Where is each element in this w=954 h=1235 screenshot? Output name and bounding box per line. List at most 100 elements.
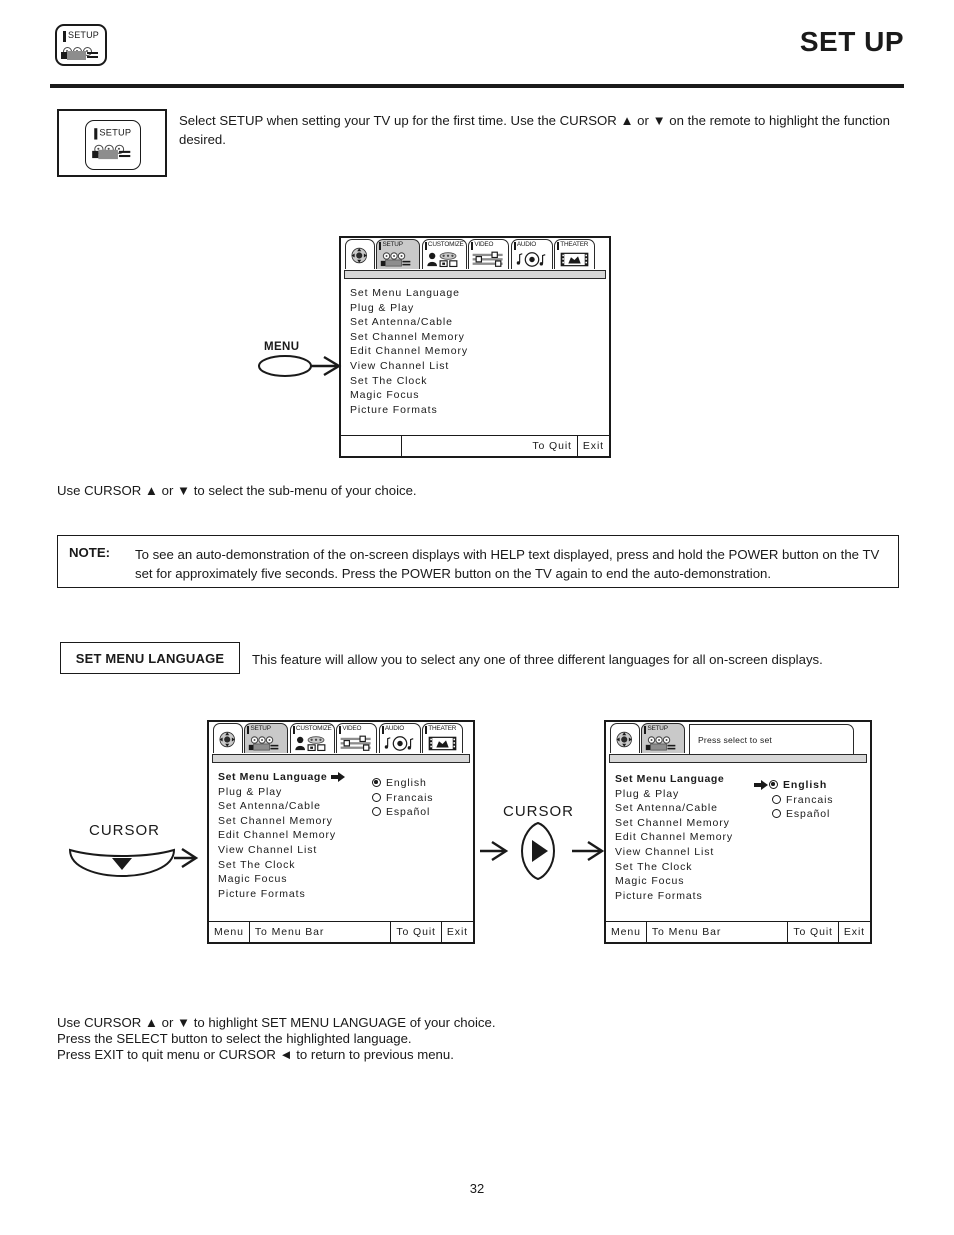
osd-item[interactable]: Edit Channel Memory: [615, 830, 870, 845]
osd-footer: To Quit Exit: [341, 435, 609, 456]
tab-setup-label: SETUP: [250, 725, 271, 732]
tab-audio[interactable]: AUDIO: [378, 723, 421, 753]
osd-item[interactable]: Set Channel Memory: [350, 330, 609, 345]
osd-footer-to-quit[interactable]: To Quit: [402, 436, 578, 456]
osd-item[interactable]: Set Menu Language: [350, 286, 609, 301]
tab-audio[interactable]: AUDIO: [510, 239, 553, 269]
osd-item[interactable]: Set Channel Memory: [218, 814, 473, 829]
sliders-icon: [472, 251, 503, 267]
speaker-notes-icon: [516, 252, 546, 267]
person-devices-icon: [427, 252, 458, 268]
tab-setup-label: SETUP: [647, 725, 668, 732]
radio-espanol[interactable]: [772, 809, 781, 819]
osd-footer-to-menu-bar[interactable]: To Menu Bar: [250, 922, 392, 942]
osd-menu-bar: SETUP CUSTOMIZE VIDEO AUDIO THEATER: [341, 238, 609, 270]
osd-item[interactable]: Magic Focus: [350, 388, 609, 403]
osd-item[interactable]: Set The Clock: [350, 374, 609, 389]
osd-screen-setup-menu: SETUP CUSTOMIZE VIDEO AUDIO THEATER Set …: [339, 236, 611, 458]
menu-callout-shape: [258, 352, 342, 382]
osd-sub-bar: [344, 270, 606, 279]
osd-item[interactable]: Set Antenna/Cable: [350, 315, 609, 330]
tab-theater[interactable]: THEATER: [422, 723, 464, 753]
selection-arrow-icon: [330, 771, 345, 783]
speaker-notes-icon: [384, 736, 414, 751]
osd-item[interactable]: Picture Formats: [350, 403, 609, 418]
language-option-francais[interactable]: Francais: [772, 793, 833, 808]
osd-footer-exit[interactable]: Exit: [442, 922, 473, 942]
language-option-english[interactable]: English: [372, 776, 433, 791]
tab-customize-label: CUSTOMIZE: [295, 725, 332, 732]
radio-francais[interactable]: [372, 792, 381, 802]
tab-customize[interactable]: CUSTOMIZE: [421, 239, 467, 269]
selection-arrow-icon: [754, 779, 768, 791]
osd-sub-bar: [212, 754, 470, 763]
tab-setup[interactable]: SETUP: [376, 239, 421, 269]
osd-footer-to-quit[interactable]: To Quit: [391, 922, 442, 942]
radio-francais[interactable]: [772, 794, 781, 804]
osd-item[interactable]: Plug & Play: [350, 301, 609, 316]
osd-item[interactable]: Edit Channel Memory: [218, 828, 473, 843]
film-strip-icon: [560, 252, 589, 267]
radio-english[interactable]: [769, 780, 778, 789]
osd-footer-menu[interactable]: Menu: [606, 922, 647, 942]
osd-item[interactable]: Picture Formats: [615, 889, 870, 904]
osd-item[interactable]: Set The Clock: [218, 858, 473, 873]
note-label: NOTE:: [69, 545, 111, 560]
cursor-pad-icon: [351, 247, 367, 264]
osd-item[interactable]: Magic Focus: [218, 872, 473, 887]
tab-theater[interactable]: THEATER: [554, 239, 596, 269]
tab-customize-label: CUSTOMIZE: [427, 241, 464, 248]
language-label: Francais: [786, 793, 834, 806]
person-devices-icon: [295, 736, 326, 752]
osd-item[interactable]: View Channel List: [350, 359, 609, 374]
sliders-icon: [340, 735, 371, 751]
osd-footer-to-quit[interactable]: To Quit: [788, 922, 839, 942]
tab-video-label: VIDEO: [342, 725, 362, 732]
osd-footer: Menu To Menu Bar To Quit Exit: [209, 921, 473, 942]
osd-footer-to-menu-bar[interactable]: To Menu Bar: [647, 922, 789, 942]
intro-setup-icon: SETUP: [85, 120, 141, 170]
language-option-espanol[interactable]: Español: [372, 805, 433, 820]
osd-footer-exit[interactable]: Exit: [578, 436, 609, 456]
radio-english[interactable]: [372, 778, 381, 787]
osd-item-selected[interactable]: Set Menu Language: [218, 770, 473, 785]
tab-video[interactable]: VIDEO: [336, 723, 378, 753]
osd-item[interactable]: Edit Channel Memory: [350, 344, 609, 359]
osd-footer-exit[interactable]: Exit: [839, 922, 870, 942]
set-menu-language-label-box: SET MENU LANGUAGE: [60, 642, 240, 674]
language-option-espanol[interactable]: Español: [772, 807, 833, 822]
osd-item[interactable]: View Channel List: [615, 845, 870, 860]
header-setup-icon: SETUP: [55, 24, 107, 66]
language-option-english[interactable]: English: [754, 778, 833, 793]
note-text: To see an auto-demonstration of the on-s…: [135, 547, 880, 581]
tab-setup[interactable]: SETUP: [641, 723, 686, 753]
osd-item[interactable]: View Channel List: [218, 843, 473, 858]
tab-cursor-pad[interactable]: [610, 723, 640, 753]
osd-sub-bar: [609, 754, 867, 763]
tab-video-label: VIDEO: [474, 241, 494, 248]
film-strip-icon: [428, 736, 457, 751]
cursor-pad-icon: [616, 731, 632, 748]
setup-remote-icon: [249, 736, 279, 751]
language-label: Español: [786, 808, 831, 821]
tab-cursor-pad[interactable]: [213, 723, 243, 753]
intro-text: Select SETUP when setting your TV up for…: [179, 113, 890, 147]
sub-menu-instruction: Use CURSOR ▲ or ▼ to select the sub-menu…: [57, 483, 417, 498]
language-label: English: [386, 777, 427, 789]
header-divider: [50, 84, 904, 88]
tab-cursor-pad[interactable]: [345, 239, 375, 269]
osd-item[interactable]: Set Antenna/Cable: [218, 799, 473, 814]
language-option-francais[interactable]: Francais: [372, 791, 433, 806]
tab-setup[interactable]: SETUP: [244, 723, 289, 753]
osd-footer-menu[interactable]: Menu: [209, 922, 250, 942]
cursor-down-callout-label: CURSOR: [89, 822, 161, 839]
language-options: English Francais Español: [372, 776, 433, 820]
tab-video[interactable]: VIDEO: [468, 239, 510, 269]
osd-item[interactable]: Picture Formats: [218, 887, 473, 902]
osd-item[interactable]: Plug & Play: [218, 785, 473, 800]
language-label: Español: [386, 806, 431, 819]
osd-item[interactable]: Set The Clock: [615, 860, 870, 875]
radio-espanol[interactable]: [372, 807, 381, 817]
osd-item[interactable]: Magic Focus: [615, 874, 870, 889]
tab-customize[interactable]: CUSTOMIZE: [289, 723, 335, 753]
